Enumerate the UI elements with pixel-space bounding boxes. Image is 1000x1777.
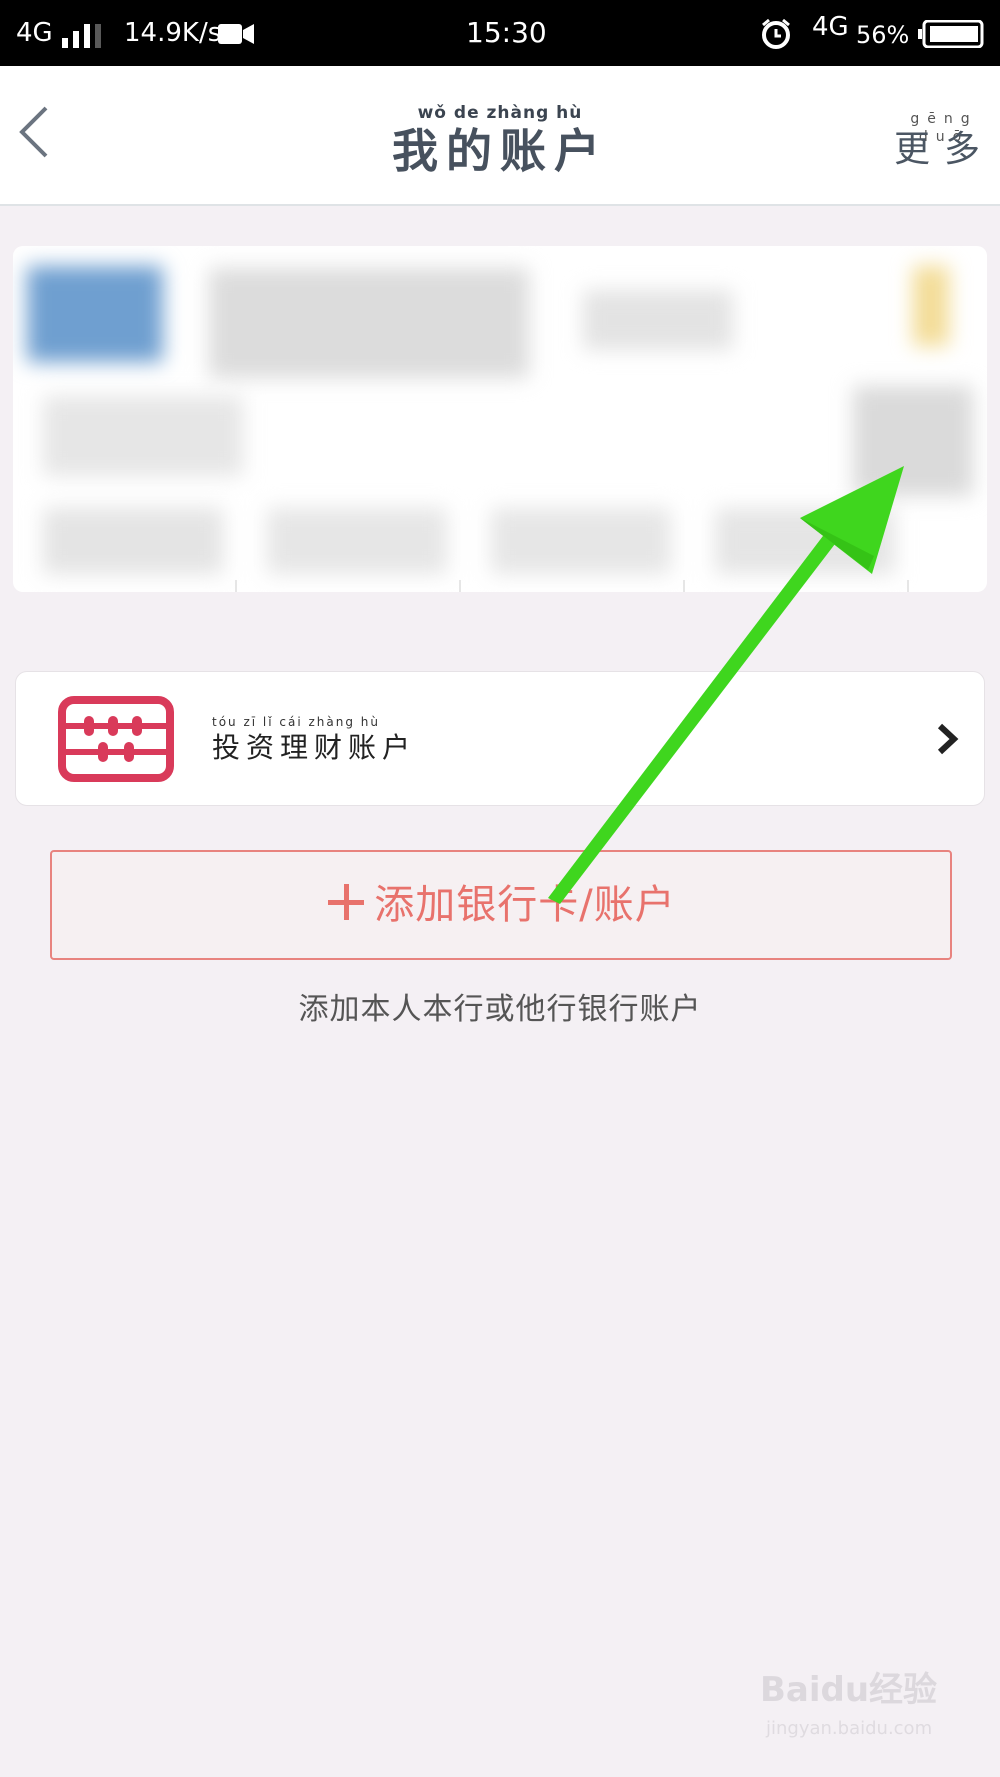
plus-icon — [326, 882, 366, 922]
battery-icon — [918, 20, 984, 48]
chevron-right-icon — [937, 723, 959, 755]
bank-logo — [27, 266, 163, 362]
clock-time: 15:30 — [466, 16, 547, 49]
account-info — [209, 268, 529, 378]
quick-action-3 — [491, 508, 671, 574]
baidu-watermark: Baidu经验 jingyan.baidu.com — [760, 1662, 970, 1752]
account-number — [583, 290, 733, 350]
add-bank-card-label: 添加银行卡/账户 — [374, 882, 676, 928]
account-card[interactable] — [13, 246, 987, 592]
watermark-url: jingyan.baidu.com — [766, 1718, 933, 1739]
status-bar: 4G 14.9K/s 15:30 4G 56% — [0, 0, 1000, 66]
add-bank-card-button[interactable]: 添加银行卡/账户 — [50, 850, 952, 960]
invest-label: 投资理财账户 — [212, 731, 417, 764]
page-title-pinyin: wǒ de zhàng hù — [417, 103, 583, 123]
quick-action-4 — [715, 508, 895, 574]
network-speed: 14.9K/s — [124, 18, 222, 48]
page-title-text: 我的账户 — [392, 124, 608, 178]
invest-account-row[interactable]: tóu zī lǐ cái zhàng hù 投资理财账户 — [15, 671, 985, 806]
more-label: 更多 — [893, 129, 994, 170]
battery-percent: 56% — [856, 21, 910, 49]
quick-action-2 — [267, 508, 447, 574]
card-action — [853, 386, 973, 496]
invest-pinyin: tóu zī lǐ cái zhàng hù — [212, 715, 381, 729]
alarm-icon — [762, 18, 790, 49]
video-icon — [218, 24, 254, 44]
more-pinyin: gēng duō — [910, 111, 978, 145]
abacus-icon — [58, 696, 174, 782]
quick-action-1 — [43, 508, 223, 574]
card-dividers — [13, 580, 987, 592]
invest-label-group: tóu zī lǐ cái zhàng hù 投资理财账户 — [212, 714, 416, 766]
balance-block — [43, 396, 243, 476]
nav-header: wǒ de zhàng hù 我的账户 gēng duō 更多 — [0, 66, 1000, 206]
network-type-left: 4G — [16, 18, 53, 48]
network-type-right: 4G — [812, 12, 849, 42]
signal-icon — [62, 22, 102, 48]
watermark-brand: Baidu经验 — [760, 1670, 938, 1710]
more-button[interactable]: gēng duō 更多 — [888, 110, 1000, 172]
page-title: wǒ de zhàng hù 我的账户 — [0, 102, 1000, 178]
page: 4G 14.9K/s 15:30 4G 56% wǒ de zhàng hù 我… — [0, 0, 1000, 1777]
card-badge — [913, 266, 949, 346]
add-account-hint: 添加本人本行或他行银行账户 — [298, 992, 702, 1027]
